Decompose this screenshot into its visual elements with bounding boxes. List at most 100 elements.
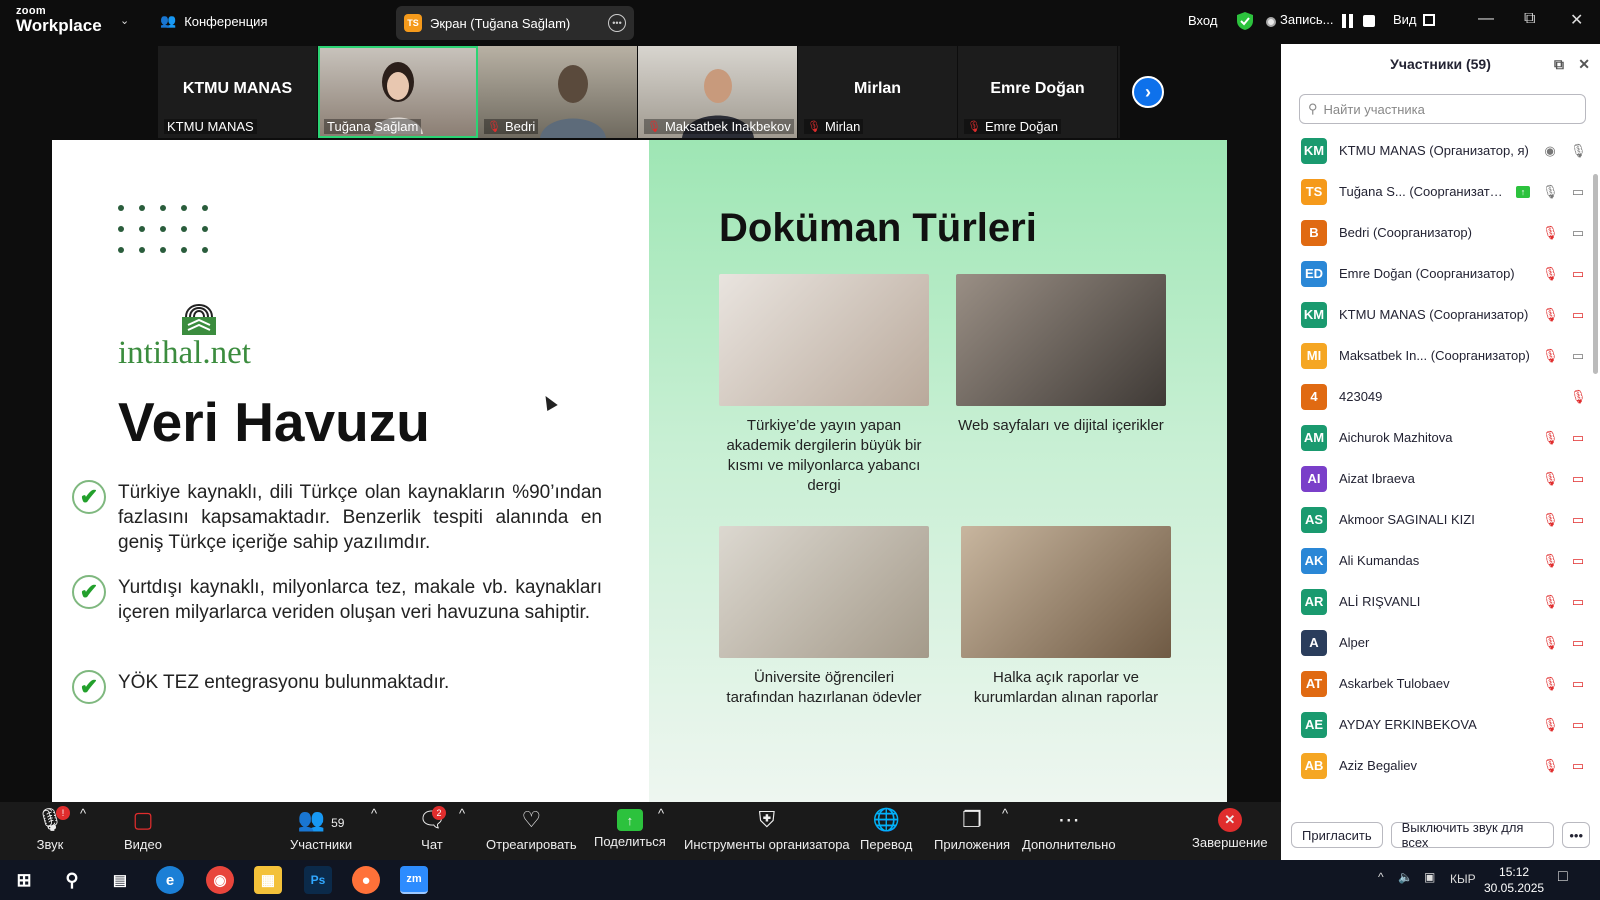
close-icon[interactable]: ✕: [1570, 10, 1583, 30]
participant-row[interactable]: KM KTMU MANAS (Организатор, я) ◉ 🎙: [1281, 130, 1600, 171]
mic-off-icon[interactable]: 🎙: [1542, 430, 1559, 446]
video-off-icon[interactable]: ▭: [1570, 471, 1586, 487]
video-off-icon[interactable]: ▭: [1570, 635, 1586, 651]
edge-browser-icon[interactable]: e: [156, 866, 184, 894]
volume-icon[interactable]: 🔈: [1398, 870, 1413, 884]
participant-row[interactable]: AK Ali Kumandas 🎙 ▭: [1281, 540, 1600, 581]
chrome-browser-icon[interactable]: ◉: [206, 866, 234, 894]
next-page-arrow-icon[interactable]: ›: [1132, 76, 1164, 108]
video-on-icon[interactable]: ▭: [1570, 184, 1586, 200]
participant-row[interactable]: A Alper 🎙 ▭: [1281, 622, 1600, 663]
video-off-icon[interactable]: ▭: [1570, 266, 1586, 282]
search-icon[interactable]: ⚲: [58, 866, 86, 894]
mic-off-icon[interactable]: 🎙: [1542, 225, 1559, 241]
participant-search-input[interactable]: ⚲ Найти участника: [1299, 94, 1586, 124]
participant-row[interactable]: AI Aizat Ibraeva 🎙 ▭: [1281, 458, 1600, 499]
share-caret-icon[interactable]: ^: [658, 806, 664, 821]
video-on-icon[interactable]: ▭: [1570, 225, 1586, 241]
video-tile[interactable]: Mirlan 🎙 Mirlan: [798, 46, 958, 138]
security-shield-icon[interactable]: [1236, 11, 1254, 31]
chat-button[interactable]: 🗨 2 Чат: [418, 806, 446, 852]
react-button[interactable]: ♡ Отреагировать: [486, 806, 577, 852]
more-icon[interactable]: •••: [608, 14, 626, 32]
participant-row[interactable]: AT Askarbek Tulobaev 🎙 ▭: [1281, 663, 1600, 704]
stop-recording-icon[interactable]: [1363, 15, 1375, 27]
chevron-down-icon[interactable]: ⌄: [120, 14, 129, 27]
mic-off-icon[interactable]: 🎙: [1570, 389, 1587, 405]
participants-caret-icon[interactable]: ^: [371, 806, 377, 821]
zoom-taskbar-icon[interactable]: zm: [400, 866, 428, 894]
mic-off-icon[interactable]: 🎙: [1542, 717, 1559, 733]
mic-off-icon[interactable]: 🎙: [1542, 307, 1559, 323]
participant-row[interactable]: 4 423049 🎙: [1281, 376, 1600, 417]
apps-button[interactable]: ❐ Приложения: [934, 806, 1010, 852]
notifications-icon[interactable]: □: [1558, 868, 1568, 886]
view-button[interactable]: Вид: [1393, 12, 1417, 27]
firefox-icon[interactable]: ●: [352, 866, 380, 894]
file-explorer-icon[interactable]: ▦: [254, 866, 282, 894]
photoshop-icon[interactable]: Ps: [304, 866, 332, 894]
view-grid-icon[interactable]: [1423, 14, 1435, 26]
video-off-icon[interactable]: ▭: [1570, 430, 1586, 446]
participant-row[interactable]: AM Aichurok Mazhitova 🎙 ▭: [1281, 417, 1600, 458]
mic-off-icon[interactable]: 🎙: [1542, 266, 1559, 282]
participant-row[interactable]: AR ALİ RIŞVANLI 🎙 ▭: [1281, 581, 1600, 622]
popout-icon[interactable]: ⧉: [1554, 56, 1564, 73]
participants-button[interactable]: 👥 59 Участники: [290, 806, 352, 852]
login-link[interactable]: Вход: [1188, 13, 1217, 28]
conference-button[interactable]: 👥 Конференция: [160, 13, 267, 29]
apps-caret-icon[interactable]: ^: [1002, 806, 1008, 821]
participant-row[interactable]: B Bedri (Соорганизатор) 🎙 ▭: [1281, 212, 1600, 253]
screen-share-tab[interactable]: TS Экран (Tuğana Sağlam) •••: [396, 6, 634, 40]
video-off-icon[interactable]: ▭: [1570, 553, 1586, 569]
video-off-icon[interactable]: ▭: [1570, 676, 1586, 692]
participant-row[interactable]: KM KTMU MANAS (Соорганизатор) 🎙 ▭: [1281, 294, 1600, 335]
task-view-icon[interactable]: ▤: [106, 866, 134, 894]
mic-on-icon[interactable]: 🎙: [1542, 184, 1559, 200]
participant-row[interactable]: AS Akmoor SAGINALI KIZI 🎙 ▭: [1281, 499, 1600, 540]
network-icon[interactable]: ▣: [1424, 870, 1435, 884]
scrollbar[interactable]: [1593, 174, 1598, 374]
recording-status-icon[interactable]: ◉: [1542, 143, 1558, 159]
video-off-icon[interactable]: ▭: [1570, 758, 1586, 774]
minimize-icon[interactable]: —: [1478, 10, 1494, 28]
language-indicator[interactable]: КЫР: [1450, 872, 1476, 886]
windows-start-icon[interactable]: ⊞: [10, 866, 38, 894]
translate-button[interactable]: 🌐 Перевод: [860, 806, 912, 852]
chat-caret-icon[interactable]: ^: [459, 806, 465, 821]
mic-off-icon[interactable]: 🎙: [1542, 471, 1559, 487]
more-button[interactable]: ⋯ Дополнительно: [1022, 806, 1116, 852]
participant-list[interactable]: KM KTMU MANAS (Организатор, я) ◉ 🎙 TS Tuğana …: [1281, 130, 1600, 794]
share-button[interactable]: ↑ Поделиться: [594, 806, 666, 849]
close-panel-icon[interactable]: ✕: [1578, 56, 1590, 73]
participant-row[interactable]: AB Aziz Begaliev 🎙 ▭: [1281, 745, 1600, 786]
participant-row[interactable]: MI Maksatbek In... (Соорганизатор) 🎙 ▭: [1281, 335, 1600, 376]
video-on-icon[interactable]: ▭: [1570, 348, 1586, 364]
pause-recording-icon[interactable]: [1342, 14, 1356, 28]
audio-options-caret-icon[interactable]: ^: [80, 806, 86, 821]
end-button[interactable]: ✕ Завершение: [1192, 806, 1268, 850]
video-off-icon[interactable]: ▭: [1570, 307, 1586, 323]
video-button[interactable]: ▢ Видео: [124, 806, 162, 852]
mic-off-icon[interactable]: 🎙: [1542, 512, 1559, 528]
participant-row[interactable]: ED Emre Doğan (Соорганизатор) 🎙 ▭: [1281, 253, 1600, 294]
tray-up-arrow-icon[interactable]: ^: [1378, 870, 1384, 884]
video-off-icon[interactable]: ▭: [1570, 512, 1586, 528]
mic-off-icon[interactable]: 🎙: [1542, 594, 1559, 610]
video-tile[interactable]: 🎙 Maksatbek Inakbekov: [638, 46, 798, 138]
mic-off-icon[interactable]: 🎙: [1542, 553, 1559, 569]
participant-row[interactable]: AE AYDAY ERKINBEKOVA 🎙 ▭: [1281, 704, 1600, 745]
invite-button[interactable]: Пригласить: [1291, 822, 1383, 848]
video-off-icon[interactable]: ▭: [1570, 717, 1586, 733]
video-tile[interactable]: Emre Doğan 🎙 Emre Doğan: [958, 46, 1118, 138]
mic-off-icon[interactable]: 🎙: [1542, 676, 1559, 692]
mic-on-icon[interactable]: 🎙: [1570, 143, 1587, 159]
mic-off-icon[interactable]: 🎙: [1542, 635, 1559, 651]
mute-all-button[interactable]: Выключить звук для всех: [1390, 820, 1555, 850]
more-options-icon[interactable]: •••: [1562, 822, 1590, 848]
mic-off-icon[interactable]: 🎙: [1542, 758, 1559, 774]
video-tile[interactable]: 🎙 Bedri: [478, 46, 638, 138]
video-tile[interactable]: KTMU MANAS KTMU MANAS: [158, 46, 318, 138]
clock[interactable]: 15:12 30.05.2025: [1484, 864, 1544, 896]
participant-row[interactable]: TS Tuğana S... (Соорганизатор) ↑ 🎙 ▭: [1281, 171, 1600, 212]
